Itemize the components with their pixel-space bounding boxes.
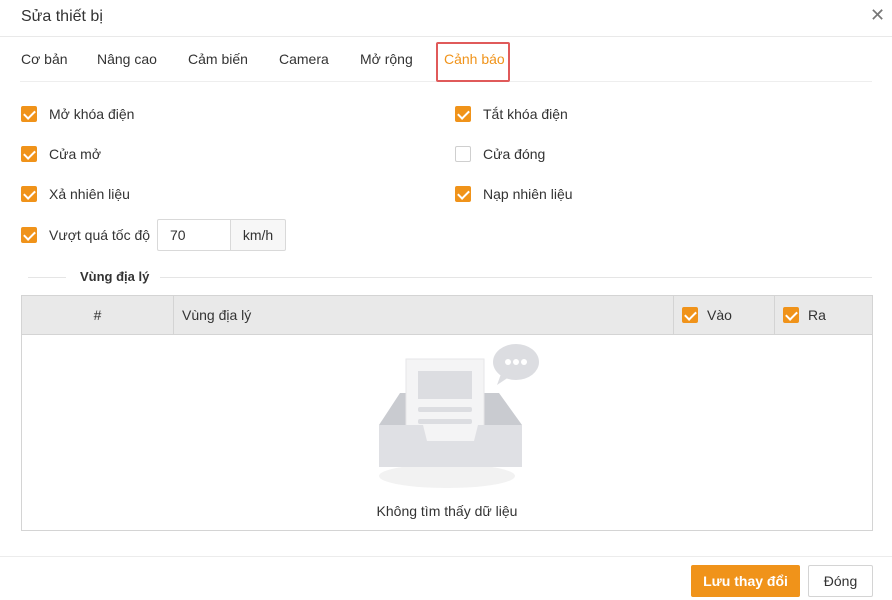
tab-alert[interactable]: Cảnh báo bbox=[444, 51, 505, 67]
door-close-checkbox[interactable] bbox=[455, 146, 471, 162]
tab-sensor[interactable]: Cảm biến bbox=[188, 51, 248, 67]
column-index: # bbox=[93, 307, 102, 323]
column-separator bbox=[673, 296, 674, 334]
enter-column-checkbox[interactable] bbox=[682, 307, 698, 323]
ignition-on-label: Mở khóa điện bbox=[49, 106, 135, 122]
tab-advanced[interactable]: Nâng cao bbox=[97, 51, 157, 67]
empty-state-text: Không tìm thấy dữ liệu bbox=[376, 503, 518, 519]
column-exit: Ra bbox=[808, 307, 826, 323]
empty-inbox-icon bbox=[379, 344, 539, 488]
exit-column-checkbox[interactable] bbox=[783, 307, 799, 323]
column-separator bbox=[173, 296, 174, 334]
ignition-off-label: Tắt khóa điện bbox=[483, 106, 568, 122]
tab-extension[interactable]: Mở rộng bbox=[360, 51, 413, 67]
geofence-table: # Vùng địa lý Vào Ra Không tìm thấy dữ l… bbox=[21, 295, 873, 531]
fuel-fill-checkbox[interactable] bbox=[455, 186, 471, 202]
column-separator bbox=[774, 296, 775, 334]
close-icon[interactable]: ✕ bbox=[870, 6, 885, 24]
fuel-drain-checkbox[interactable] bbox=[21, 186, 37, 202]
fuel-drain-label: Xả nhiên liệu bbox=[49, 186, 130, 202]
close-button[interactable]: Đóng bbox=[808, 565, 873, 597]
overspeed-checkbox[interactable] bbox=[21, 227, 37, 243]
speed-unit-addon: km/h bbox=[230, 219, 286, 251]
speed-limit-input[interactable]: 70 bbox=[157, 219, 230, 251]
tab-bar: Cơ bản Nâng cao Cảm biến Camera Mở rộng … bbox=[20, 38, 872, 82]
section-divider-right bbox=[160, 277, 872, 278]
dialog-title: Sửa thiết bị bbox=[21, 8, 103, 25]
ignition-on-checkbox[interactable] bbox=[21, 106, 37, 122]
overspeed-label: Vượt quá tốc độ bbox=[49, 227, 151, 243]
section-divider-left bbox=[28, 277, 66, 278]
column-enter: Vào bbox=[707, 307, 732, 323]
tab-basic[interactable]: Cơ bản bbox=[21, 51, 68, 67]
dialog-header: Sửa thiết bị ✕ bbox=[0, 0, 892, 37]
ignition-off-checkbox[interactable] bbox=[455, 106, 471, 122]
save-changes-button[interactable]: Lưu thay đổi bbox=[691, 565, 800, 597]
footer-divider bbox=[0, 556, 892, 557]
door-open-checkbox[interactable] bbox=[21, 146, 37, 162]
door-open-label: Cửa mở bbox=[49, 146, 102, 162]
table-header: # Vùng địa lý Vào Ra bbox=[22, 296, 872, 335]
fuel-fill-label: Nạp nhiên liệu bbox=[483, 186, 573, 202]
column-zone: Vùng địa lý bbox=[182, 307, 252, 323]
tab-camera[interactable]: Camera bbox=[279, 51, 329, 67]
door-close-label: Cửa đóng bbox=[483, 146, 546, 162]
geofence-section-title: Vùng địa lý bbox=[80, 269, 150, 284]
